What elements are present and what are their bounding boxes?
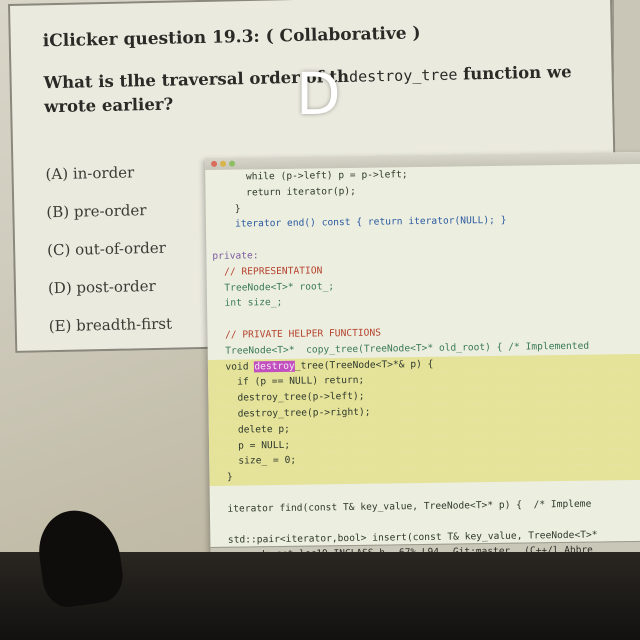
zoom-icon[interactable] <box>229 160 236 167</box>
code-editor-window: while (p->left) p = p->left; return iter… <box>205 151 640 563</box>
close-icon[interactable] <box>211 160 218 167</box>
answer-overlay: D <box>296 60 341 128</box>
question-title: iClicker question 19.3: ( Collaborative … <box>42 23 421 52</box>
option-c: (C) out-of-order <box>46 238 167 260</box>
code-area[interactable]: while (p->left) p = p->left; return iter… <box>205 164 640 549</box>
question-code: destroy_tree <box>348 65 458 86</box>
question-text-start: What is tl <box>43 71 134 93</box>
answer-options: (A) in-order (B) pre-order (C) out-of-or… <box>45 153 172 346</box>
option-b: (B) pre-order <box>46 201 147 222</box>
option-e: (E) breadth-first <box>48 314 173 336</box>
code-void: void <box>213 360 255 373</box>
question-text-he: he <box>133 70 157 91</box>
minimize-icon[interactable] <box>220 160 227 167</box>
search-highlight: destroy <box>254 360 295 372</box>
code-destroy-rest: _tree(TreeNode<T>*& p) { <box>294 358 434 372</box>
option-a: (A) in-order <box>45 163 135 184</box>
option-d: (D) post-order <box>47 276 156 298</box>
